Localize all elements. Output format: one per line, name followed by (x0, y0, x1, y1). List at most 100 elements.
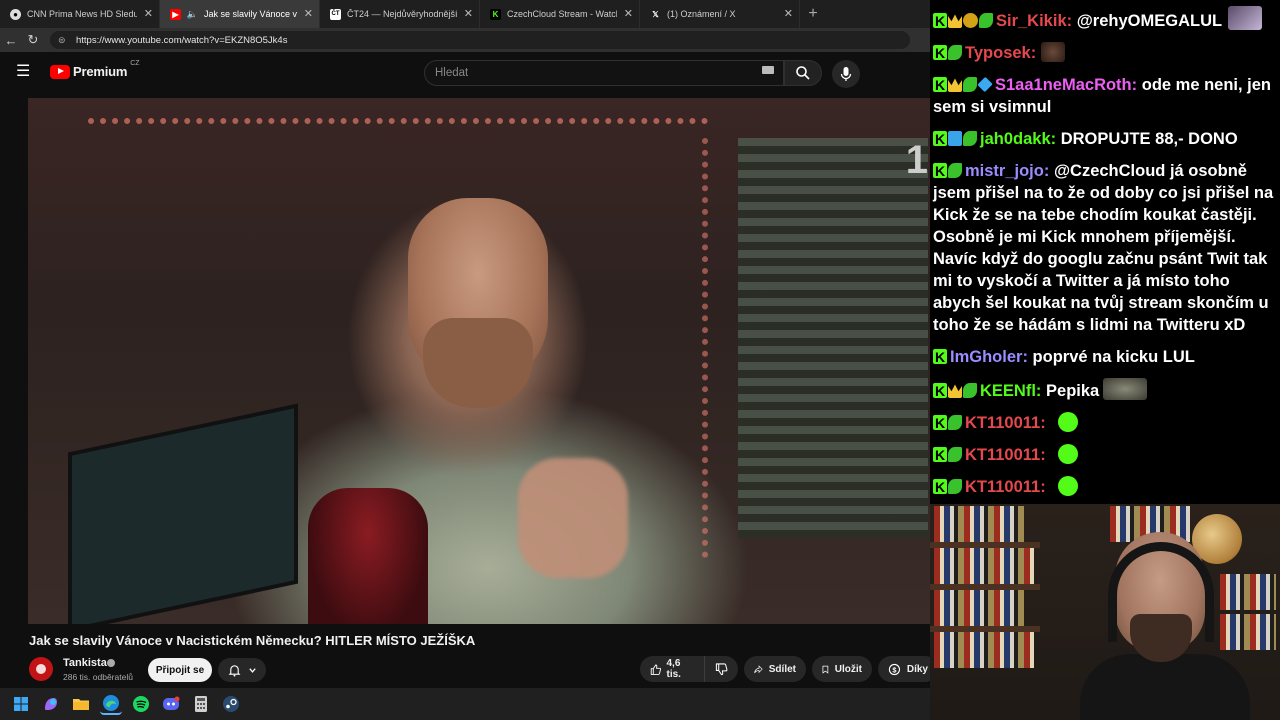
share-button[interactable]: Sdílet (744, 656, 806, 682)
url-field[interactable]: ⊜ https://www.youtube.com/watch?v=EKZN8O… (50, 31, 910, 49)
tab-x[interactable]: 𝕏 (1) Oznámení / X ✕ (640, 0, 800, 28)
tab-kick[interactable]: K CzechCloud Stream - Watch Live o ✕ (480, 0, 640, 28)
headphones (1108, 542, 1214, 642)
tab-cnn[interactable]: ● CNN Prima News HD Sledujte na ✕ (0, 0, 160, 28)
leaf-badge-icon (963, 383, 977, 398)
chat-username[interactable]: KEENfl (980, 382, 1036, 400)
chat-username[interactable]: Sir_Kikik (996, 12, 1067, 30)
kick-badge-icon (933, 476, 947, 498)
chat-username[interactable]: KT110011 (965, 478, 1040, 496)
windows-start-icon[interactable] (10, 693, 32, 715)
chat-message: Typosek: (933, 42, 1280, 64)
bookshelf-books (1220, 614, 1276, 650)
microphone-icon (840, 67, 852, 81)
file-explorer-icon[interactable] (70, 693, 92, 715)
thumbs-up-icon (650, 664, 662, 675)
chat-separator: : (1066, 12, 1077, 30)
close-tab-icon[interactable]: ✕ (144, 7, 153, 20)
kick-badge-icon (933, 42, 947, 64)
search-icon (796, 66, 810, 80)
verified-badge-icon (107, 659, 115, 667)
chat-separator: : (1040, 446, 1051, 464)
speaker-icon[interactable]: 🔈 (187, 9, 198, 20)
close-tab-icon[interactable]: ✕ (464, 7, 473, 20)
tab-ct24[interactable]: ČT ČT24 — Nejdůvěryhodnější zprav ✕ (320, 0, 480, 28)
calculator-icon[interactable] (190, 693, 212, 715)
browser-window: ● CNN Prima News HD Sledujte na ✕ ▶ 🔈 Ja… (0, 0, 930, 688)
back-icon[interactable]: ← (0, 33, 22, 48)
tab-title: (1) Oznámení / X (667, 9, 736, 19)
youtube-logo[interactable]: Premium CZ (50, 60, 140, 79)
reload-icon[interactable]: ↻ (22, 32, 44, 48)
share-icon (754, 664, 763, 673)
chat-message: KT110011: (933, 476, 1280, 498)
logo-text: Premium (73, 64, 128, 79)
chat-message: mistr_jojo: @CzechCloud já osobně jsem p… (933, 160, 1280, 336)
x-favicon-icon: 𝕏 (652, 9, 659, 19)
leaf-badge-icon (963, 77, 977, 92)
new-tab-button[interactable]: + (800, 0, 826, 28)
chat-username[interactable]: KT110011 (965, 414, 1040, 432)
steam-icon[interactable] (220, 693, 242, 715)
chat-username[interactable]: KT110011 (965, 446, 1040, 464)
windows-taskbar (0, 688, 930, 720)
edge-icon[interactable] (100, 693, 122, 715)
presenter-microphone (308, 488, 428, 624)
chat-username[interactable]: ImGholer (950, 348, 1022, 366)
window-blinds (738, 138, 928, 538)
kick-badge-icon (933, 444, 947, 466)
like-count: 4,6 tis. (666, 658, 681, 680)
youtube-play-icon (50, 64, 70, 79)
search-input[interactable]: Hledat (424, 60, 784, 86)
kick-smile-emote-icon (1058, 412, 1079, 432)
youtube-header: ☰ Premium CZ Hledat (0, 52, 930, 92)
spotify-icon[interactable] (130, 693, 152, 715)
channel-avatar[interactable] (29, 657, 53, 681)
chat-separator: : (1035, 382, 1047, 400)
search-button[interactable] (784, 60, 822, 86)
kick-badge-icon (933, 10, 947, 32)
kick-badge-icon (933, 128, 947, 150)
thanks-button[interactable]: $ Díky (878, 656, 930, 682)
chat-username[interactable]: mistr_jojo (965, 162, 1044, 180)
region-code: CZ (130, 60, 140, 67)
chat-separator: : (1050, 130, 1061, 148)
dislike-button[interactable] (704, 656, 738, 682)
kick-chat-overlay: Sir_Kikik: @rehyOMEGALUL Typosek: S1aa1ne… (930, 0, 1280, 504)
video-title: Jak se slavily Vánoce v Nacistickém Něme… (29, 633, 476, 648)
background-monitor (68, 403, 298, 624)
bookmark-icon (822, 665, 829, 674)
chat-message: jah0dakk: DROPUJTE 88,- DONO (933, 128, 1280, 150)
like-button[interactable]: 4,6 tis. (640, 656, 704, 682)
tab-youtube[interactable]: ▶ 🔈 Jak se slavily Vánoce v Nacisti ✕ (160, 0, 320, 28)
hamburger-menu-icon[interactable]: ☰ (16, 62, 36, 82)
kick-badge-icon (933, 412, 947, 434)
save-button[interactable]: Uložit (812, 656, 872, 682)
video-player[interactable]: 1 (28, 98, 930, 624)
join-button[interactable]: Připojit se (148, 658, 212, 682)
discord-icon[interactable] (160, 693, 182, 715)
keyboard-icon[interactable] (762, 66, 774, 74)
chat-message: KT110011: (933, 444, 1280, 466)
crown-badge-icon (948, 78, 962, 92)
chat-separator: : (1043, 162, 1054, 180)
chat-username[interactable]: Typosek (965, 44, 1031, 62)
thumbs-down-icon (715, 662, 728, 675)
hand-emote-icon (1040, 42, 1065, 62)
chat-username[interactable]: S1aa1neMacRoth (995, 76, 1132, 94)
voice-search-button[interactable] (832, 60, 860, 88)
chat-message: KEENfl: Pepika (933, 378, 1280, 402)
close-tab-icon[interactable]: ✕ (624, 7, 633, 20)
chat-text: @rehyOMEGALUL (1076, 12, 1223, 30)
close-tab-icon[interactable]: ✕ (304, 7, 313, 20)
channel-name[interactable]: Tankista (63, 657, 107, 669)
leaf-badge-icon (948, 447, 962, 462)
leaf-badge-icon (979, 13, 993, 28)
site-info-icon[interactable]: ⊜ (58, 35, 70, 46)
notification-button[interactable] (218, 658, 266, 682)
chat-username[interactable]: jah0dakk (980, 130, 1051, 148)
chat-text: @CzechCloud já osobně jsem přišel na to … (933, 162, 1274, 334)
close-tab-icon[interactable]: ✕ (784, 7, 793, 20)
copilot-icon[interactable] (40, 693, 62, 715)
chat-message: Sir_Kikik: @rehyOMEGALUL (933, 6, 1280, 32)
